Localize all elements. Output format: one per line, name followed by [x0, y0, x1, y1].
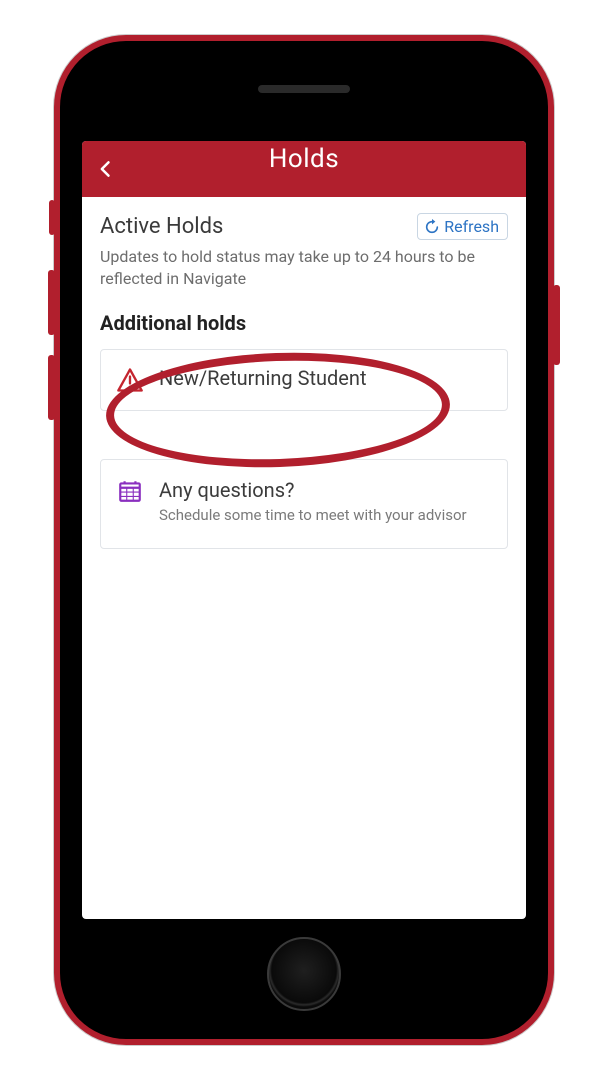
- refresh-icon: [424, 219, 440, 235]
- refresh-label: Refresh: [444, 217, 499, 236]
- active-holds-row: Active Holds Refresh: [100, 213, 508, 240]
- calendar-icon-box: [115, 478, 145, 504]
- calendar-icon: [117, 478, 143, 504]
- volume-up-button: [48, 270, 55, 335]
- active-holds-title: Active Holds: [100, 214, 223, 239]
- active-holds-helper: Updates to hold status may take up to 24…: [100, 246, 508, 289]
- hold-item-text: New/Returning Student: [159, 366, 367, 390]
- mute-switch: [49, 200, 55, 235]
- phone-bezel: Holds Active Holds Refresh Updates to ho…: [60, 41, 548, 1039]
- additional-holds-heading: Additional holds: [100, 311, 508, 335]
- content-area: Active Holds Refresh Updates to hold sta…: [82, 197, 526, 565]
- page-title: Holds: [269, 144, 339, 174]
- home-button[interactable]: [267, 937, 341, 1011]
- questions-title: Any questions?: [159, 478, 467, 502]
- questions-card[interactable]: Any questions? Schedule some time to mee…: [100, 459, 508, 549]
- refresh-button[interactable]: Refresh: [417, 213, 508, 240]
- volume-down-button: [48, 355, 55, 420]
- hold-item-new-returning[interactable]: New/Returning Student: [100, 349, 508, 411]
- app-header: Holds: [82, 141, 526, 197]
- questions-subtitle: Schedule some time to meet with your adv…: [159, 506, 467, 526]
- phone-speaker: [258, 85, 350, 93]
- chevron-left-icon: [96, 159, 116, 179]
- power-button: [553, 285, 560, 365]
- phone-frame: Holds Active Holds Refresh Updates to ho…: [54, 35, 554, 1045]
- warning-icon-box: [115, 366, 145, 394]
- hold-item-label: New/Returning Student: [159, 366, 367, 390]
- warning-triangle-icon: [116, 366, 144, 394]
- phone-screen: Holds Active Holds Refresh Updates to ho…: [82, 141, 526, 919]
- questions-text: Any questions? Schedule some time to mee…: [159, 478, 467, 526]
- back-button[interactable]: [94, 157, 118, 181]
